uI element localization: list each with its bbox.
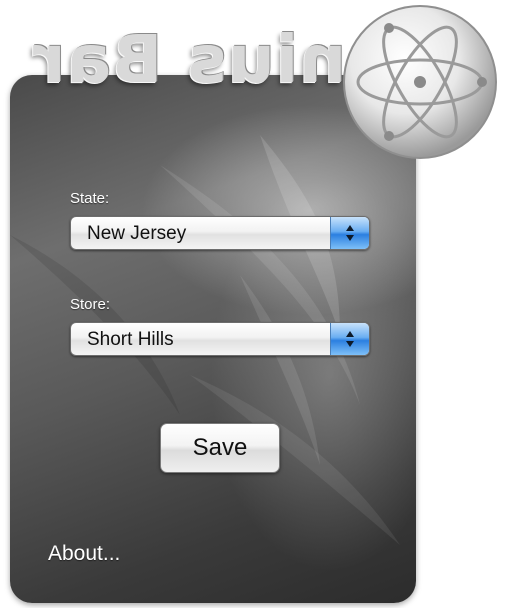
up-down-arrows-icon [330, 217, 369, 249]
genius-bar-widget: Genius Bar State: New Jersey Store: Shor… [0, 0, 507, 608]
atom-icon [343, 5, 497, 159]
store-label: Store: [70, 296, 111, 313]
store-select-value: Short Hills [87, 329, 174, 350]
state-label: State: [70, 190, 110, 207]
about-link[interactable]: About... [48, 542, 120, 566]
up-down-arrows-icon [330, 323, 369, 355]
state-select-value: New Jersey [87, 223, 187, 244]
state-select[interactable]: New Jersey [70, 216, 370, 250]
save-button[interactable]: Save [160, 423, 280, 473]
store-select[interactable]: Short Hills [70, 322, 370, 356]
